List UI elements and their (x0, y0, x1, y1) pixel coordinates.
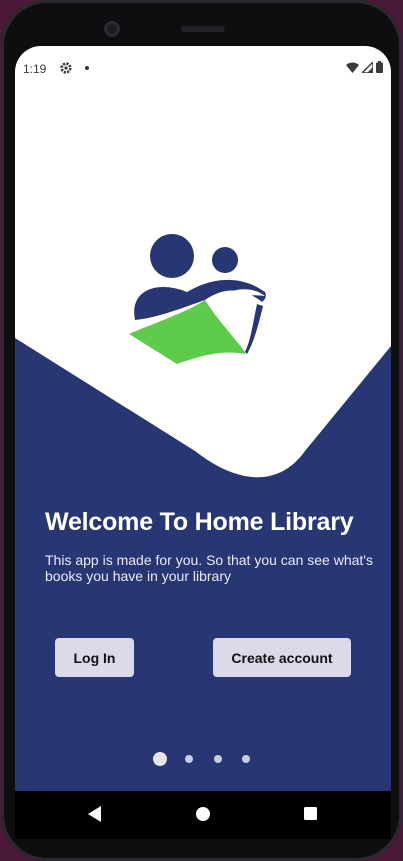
app-screen: 1:19 Welcome To Home Library This app is… (15, 46, 391, 824)
status-icons (346, 59, 383, 76)
background-wave (15, 338, 391, 824)
earpiece-speaker (181, 26, 225, 32)
wifi-icon (346, 62, 359, 76)
notification-dot (85, 66, 89, 70)
battery-icon (376, 61, 383, 76)
login-button[interactable]: Log In (55, 638, 134, 677)
signal-icon (360, 59, 374, 76)
page-dot-2[interactable] (185, 755, 193, 763)
back-icon[interactable] (87, 805, 103, 828)
create-account-button[interactable]: Create account (213, 638, 351, 677)
status-bar: 1:19 (15, 46, 391, 76)
page-dot-3[interactable] (214, 755, 222, 763)
home-library-logo (127, 230, 283, 375)
page-dot-1[interactable] (153, 752, 167, 766)
page-dot-4[interactable] (242, 755, 250, 763)
settings-icon (59, 61, 73, 78)
welcome-subtitle: This app is made for you. So that you ca… (45, 552, 373, 584)
status-time: 1:19 (23, 62, 47, 76)
welcome-title: Welcome To Home Library (45, 508, 354, 536)
recents-icon[interactable] (303, 805, 319, 828)
page-indicator (15, 752, 391, 766)
system-nav-bar (15, 791, 391, 839)
front-camera (104, 21, 120, 37)
home-icon[interactable] (195, 805, 211, 828)
